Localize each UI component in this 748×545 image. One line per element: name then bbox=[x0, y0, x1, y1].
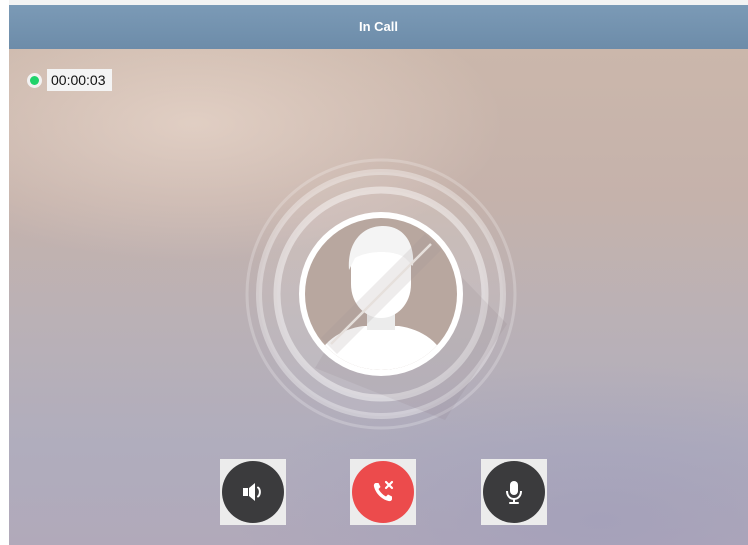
caller-avatar bbox=[245, 158, 517, 430]
speaker-button[interactable] bbox=[220, 459, 286, 525]
avatar-graphic bbox=[245, 158, 517, 430]
microphone-button-circle[interactable] bbox=[483, 461, 545, 523]
call-timer: 00:00:03 bbox=[30, 69, 112, 91]
speaker-button-circle[interactable] bbox=[222, 461, 284, 523]
window-titlebar: In Call bbox=[9, 5, 748, 49]
speaker-icon bbox=[243, 483, 261, 501]
end-call-button[interactable] bbox=[350, 459, 416, 525]
microphone-button[interactable] bbox=[481, 459, 547, 525]
status-indicator-icon bbox=[30, 75, 39, 85]
end-call-icon bbox=[373, 480, 394, 502]
call-stage: 00:00:03 bbox=[9, 49, 748, 545]
call-duration: 00:00:03 bbox=[47, 69, 112, 91]
window-title: In Call bbox=[358, 19, 398, 34]
call-controls bbox=[9, 459, 748, 525]
end-call-button-circle[interactable] bbox=[352, 461, 414, 523]
call-window: In Call 00:00:03 bbox=[9, 0, 748, 545]
microphone-icon bbox=[506, 481, 522, 504]
